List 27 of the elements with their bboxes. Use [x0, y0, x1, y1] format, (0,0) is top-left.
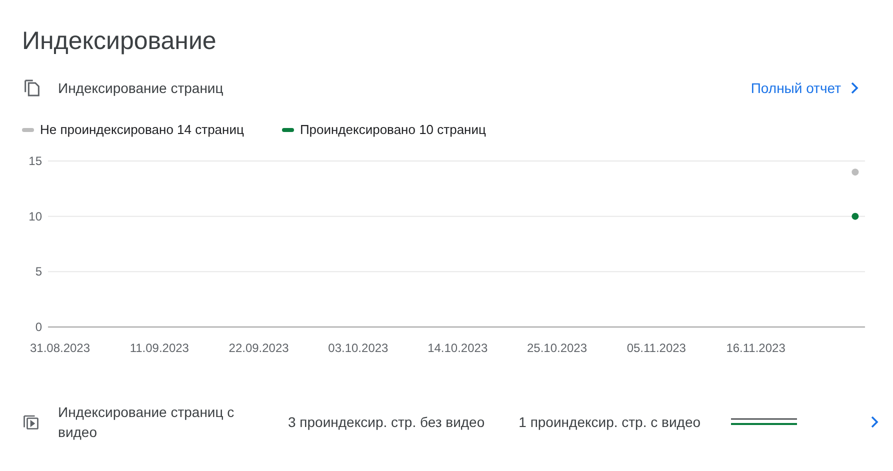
chevron-right-icon — [849, 81, 859, 95]
card-title: Индексирование страниц — [58, 78, 224, 98]
full-report-link[interactable]: Полный отчет — [750, 78, 859, 98]
copy-icon — [22, 78, 42, 98]
axis-label: 14.10.2023 — [428, 341, 488, 355]
axis-label: 15 — [28, 154, 42, 168]
card-title: Индексирование страниц с видео — [58, 403, 236, 442]
data-point — [852, 168, 859, 176]
legend-label: Проиндексировано 10 страниц — [300, 121, 486, 140]
axis-label: 31.08.2023 — [30, 341, 90, 355]
stat-text: 1 проиндексир. стр. с видео — [518, 412, 701, 432]
stat-text: 3 проиндексир. стр. без видео — [288, 412, 485, 432]
axis-label: 11.09.2023 — [130, 341, 189, 355]
axis-label: 22.09.2023 — [228, 341, 289, 355]
chevron-right-icon[interactable] — [869, 415, 879, 429]
sparkline-drawing — [730, 418, 797, 426]
axis-label: 25.10.2023 — [526, 341, 588, 355]
axis-label: 10 — [28, 209, 42, 224]
data-point — [852, 212, 859, 220]
axis-label: 5 — [35, 264, 42, 279]
axis-label: 0 — [35, 320, 42, 334]
axis-label: 05.11.2023 — [626, 341, 686, 355]
legend-label: Не проиндексировано 14 страниц — [40, 121, 244, 140]
section-title: Индексирование — [21, 26, 218, 56]
axis-label: 16.11.2023 — [726, 341, 786, 355]
axis-label: 03.10.2023 — [328, 341, 388, 355]
video-icon — [22, 413, 40, 431]
